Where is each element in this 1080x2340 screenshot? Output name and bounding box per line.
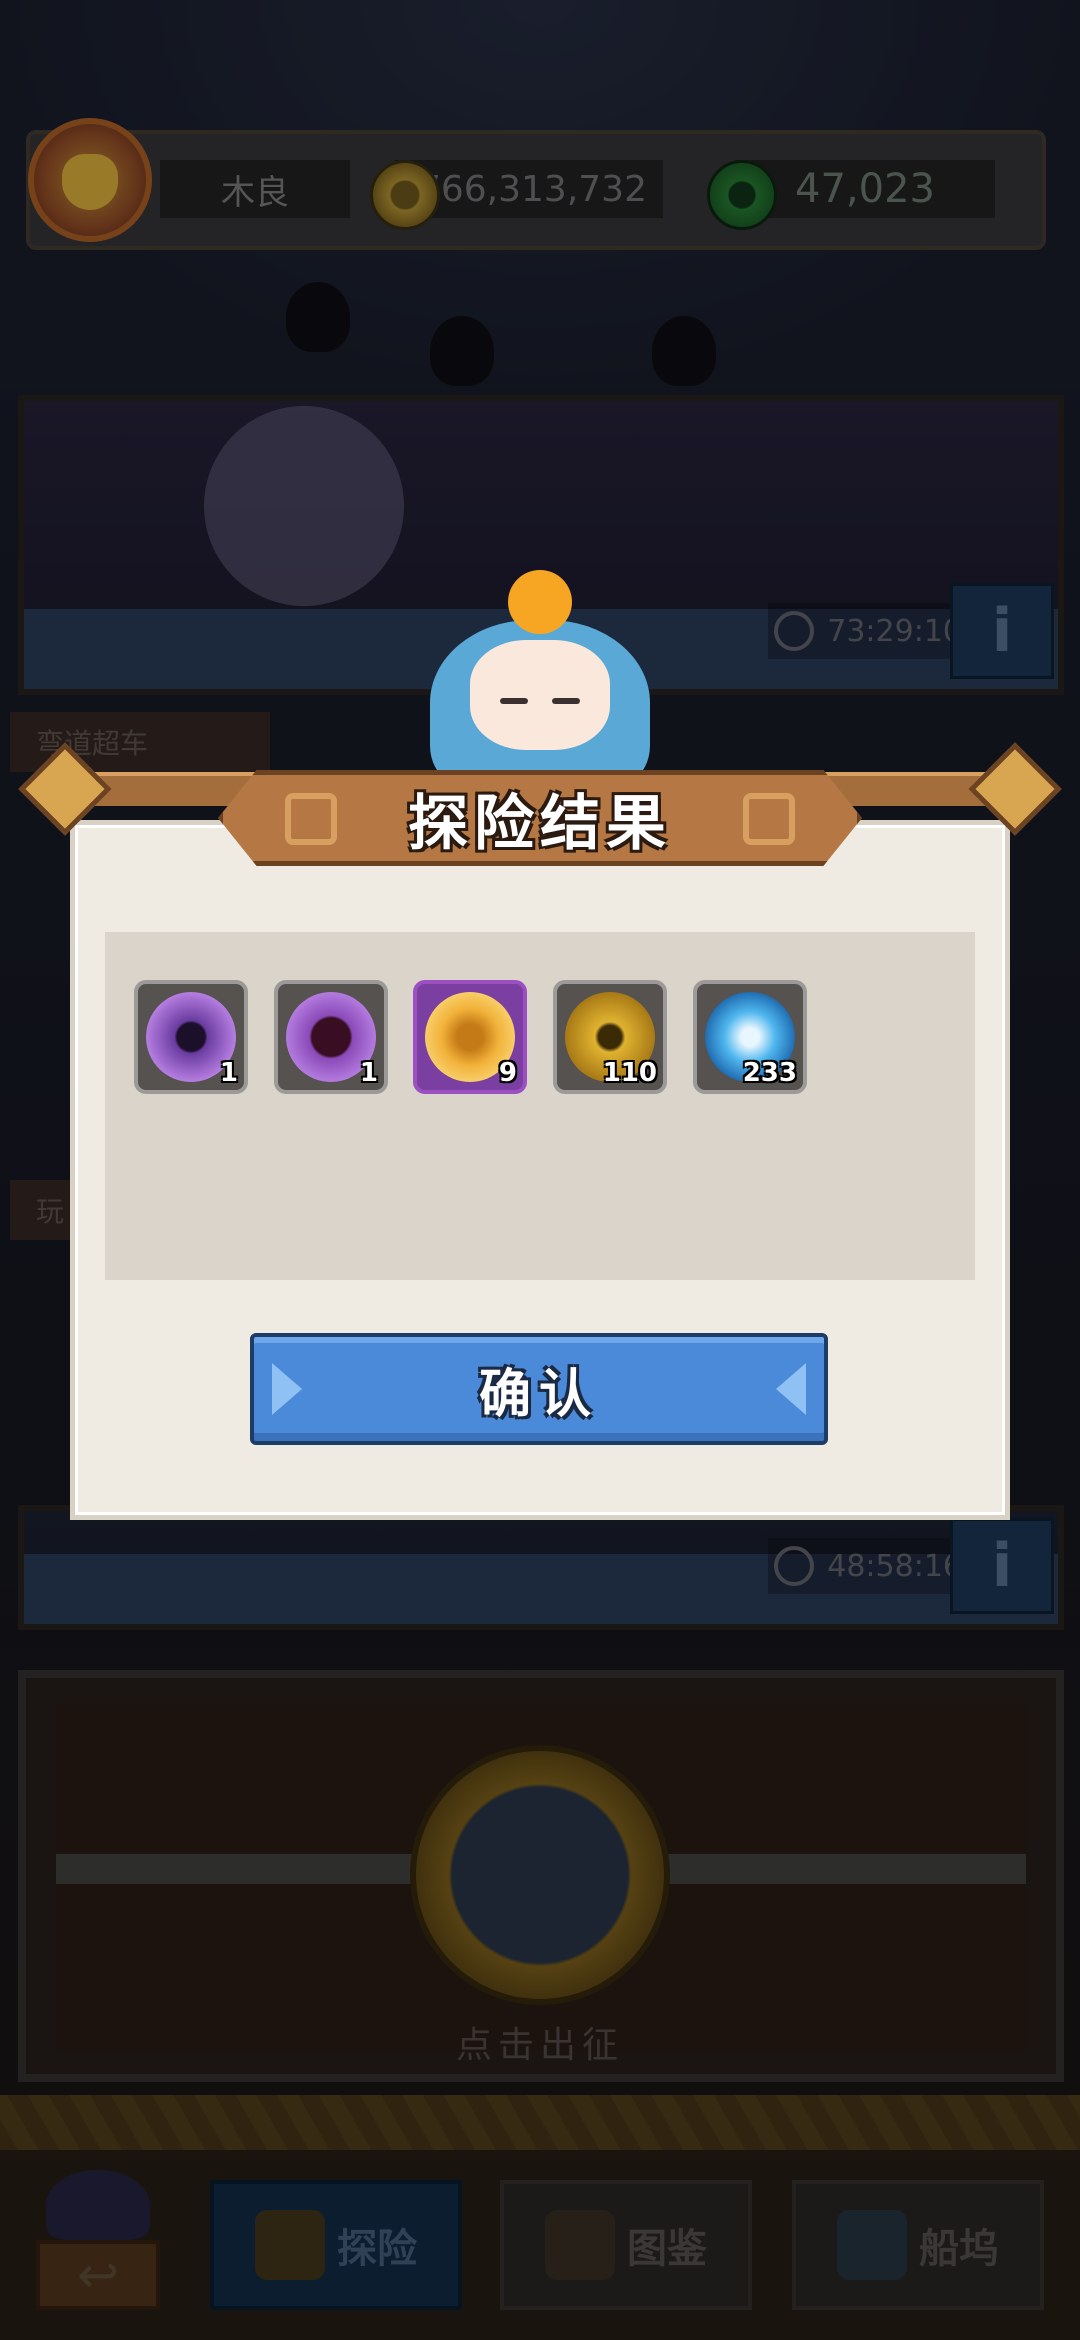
chevron-right-icon bbox=[776, 1363, 806, 1415]
reward-item[interactable]: 1 bbox=[134, 980, 248, 1094]
reward-item[interactable]: 9 bbox=[413, 980, 527, 1094]
swirl-ornament-icon bbox=[285, 793, 337, 845]
dialog-title-banner: 探险结果 bbox=[218, 770, 862, 866]
reward-qty: 233 bbox=[742, 1058, 797, 1088]
reward-item[interactable]: 233 bbox=[693, 980, 807, 1094]
reward-qty: 1 bbox=[219, 1058, 238, 1088]
chevron-left-icon bbox=[272, 1363, 302, 1415]
reward-qty: 110 bbox=[602, 1058, 657, 1088]
rail-ornament-icon bbox=[968, 742, 1062, 836]
dialog-title: 探险结果 bbox=[408, 788, 672, 859]
character-eye bbox=[552, 698, 580, 704]
confirm-label: 确认 bbox=[478, 1364, 599, 1425]
swirl-ornament-icon bbox=[743, 793, 795, 845]
star-hat-icon bbox=[508, 570, 572, 634]
character-face bbox=[470, 640, 610, 750]
reward-qty: 9 bbox=[498, 1058, 517, 1088]
reward-qty: 1 bbox=[359, 1058, 378, 1088]
reward-item[interactable]: 110 bbox=[553, 980, 667, 1094]
character-eye bbox=[500, 698, 528, 704]
reward-item[interactable]: 1 bbox=[274, 980, 388, 1094]
rail-ornament-icon bbox=[18, 742, 112, 836]
confirm-button[interactable]: 确认 bbox=[250, 1333, 828, 1445]
